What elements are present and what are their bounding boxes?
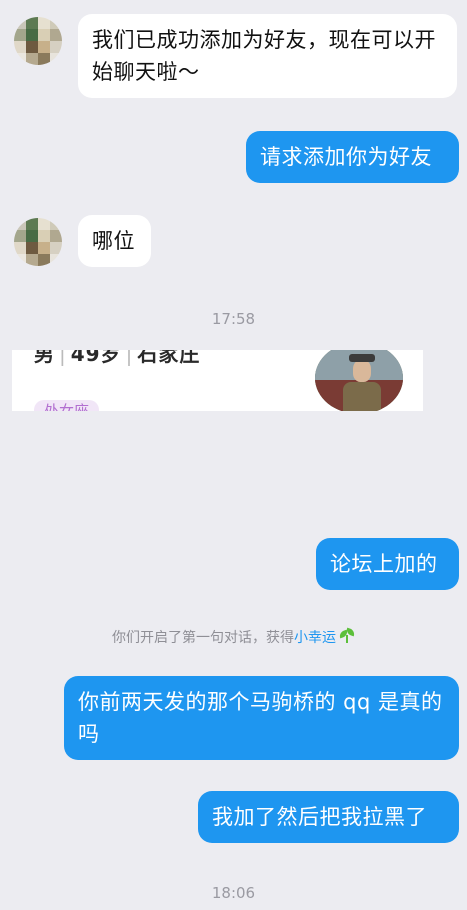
message-bubble-incoming[interactable]: 我们已成功添加为好友，现在可以开始聊天啦～ — [78, 14, 457, 98]
message-bubble-outgoing[interactable]: 论坛上加的 — [316, 538, 459, 590]
message-bubble-outgoing[interactable]: 请求添加你为好友 — [246, 131, 459, 183]
timestamp: 17:58 — [211, 310, 256, 328]
message-bubble-incoming[interactable]: 哪位 — [78, 215, 151, 267]
profile-age: 49岁 — [70, 350, 122, 366]
contact-avatar[interactable] — [14, 218, 62, 266]
profile-tag: 处女座 — [34, 400, 100, 411]
profile-city: 石家庄 — [137, 350, 201, 366]
message-bubble-outgoing[interactable]: 我加了然后把我拉黑了 — [198, 791, 459, 843]
shared-profile-card[interactable]: 男 | 49岁 | 石家庄 处女座 — [12, 350, 423, 411]
system-notice: 你们开启了第一句对话，获得小幸运 — [0, 627, 467, 647]
timestamp: 18:06 — [211, 884, 256, 902]
profile-gender: 男 — [34, 350, 55, 366]
profile-info: 男 | 49岁 | 石家庄 — [34, 350, 200, 367]
profile-photo — [315, 350, 403, 411]
sprout-icon — [338, 627, 356, 643]
lucky-link[interactable]: 小幸运 — [294, 630, 336, 646]
contact-avatar[interactable] — [14, 17, 62, 65]
message-bubble-outgoing[interactable]: 你前两天发的那个马驹桥的 qq 是真的吗 — [64, 676, 459, 760]
system-notice-text: 你们开启了第一句对话，获得 — [112, 630, 294, 646]
